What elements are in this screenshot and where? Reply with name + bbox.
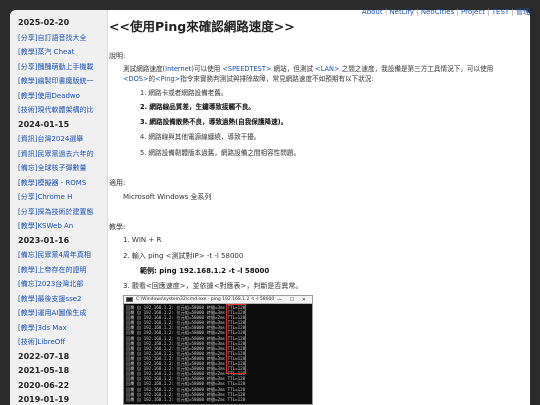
list-number: 5.	[140, 149, 147, 157]
sidebar-date-heading: 2025-02-20	[18, 18, 70, 27]
speedtest-link[interactable]: <SPEEDTEST>	[222, 65, 271, 73]
nav-neocities-link[interactable]: NeoCities	[421, 8, 454, 16]
sidebar-post-link[interactable]: [教學]最後支援sse2	[18, 292, 107, 307]
cause-list-item: 1. 網路卡或者網路設備老舊。	[140, 87, 228, 97]
list-number: 4.	[140, 133, 147, 141]
applies-label: 適用:	[109, 179, 126, 187]
sidebar-post-link[interactable]: [備忘]民眾黨4周年真相	[18, 248, 107, 263]
sidebar-date-heading: 2023-01-16	[18, 235, 70, 245]
example-command: ping 192.168.1.2 -t -l 58000	[159, 267, 270, 275]
ping-link[interactable]: <Ping>	[155, 75, 180, 83]
sidebar-post-link[interactable]: [教學]上帝存在的證明	[18, 263, 107, 278]
nav-about-link[interactable]: About	[362, 8, 383, 16]
nav-separator: |	[454, 8, 461, 16]
top-nav: About | NetLify | NeoCities | Project | …	[362, 7, 530, 17]
sidebar-post-link[interactable]: [備忘]2023台灣北部	[18, 277, 107, 292]
example-line: 範例: ping 192.168.1.2 -t -l 58000	[140, 266, 269, 276]
nav-separator: |	[509, 8, 516, 16]
cmd-title-bar: C:\Windows\system32\cmd.exe - ping 192.1…	[124, 296, 312, 304]
sidebar-post-link[interactable]: [資訊]台灣2024選舉	[18, 132, 107, 147]
description-text: 測試網路速度(Internet)可以使用 <SPEEDTEST> 網站，但測試 …	[123, 65, 515, 84]
sidebar-post-link[interactable]: [技術]LibreOff	[18, 335, 107, 350]
nav-separator: |	[414, 8, 421, 16]
list-text: 網路設備散熱不良，導致過熱(自我保護降速)。	[149, 118, 288, 126]
cause-list-item: 4. 網路線與其他電源線纏繞，導致干擾。	[140, 131, 261, 141]
dos-link[interactable]: <DOS>	[123, 75, 149, 83]
sidebar-post-link[interactable]: [教學]KSWeb An	[18, 219, 107, 234]
sidebar-post-link[interactable]: [技術]現代軟體架構的比	[18, 103, 107, 118]
nav-admin-link[interactable]: 管理	[516, 8, 530, 16]
sidebar-date-heading: 2022-07-18	[18, 351, 70, 361]
list-text: 網路線品質差，生鏽導致接觸不良。	[149, 103, 255, 111]
list-text: 網路設備韌體版本過舊，網路設備之間相容性問題。	[148, 149, 301, 157]
list-number: 1.	[140, 89, 147, 97]
cause-list-item: 3. 網路設備散熱不良，導致過熱(自我保護降速)。	[140, 116, 287, 126]
desc-text: 指令來實務判測試與排除故障，常見網路速度不如預期有以下狀況:	[180, 74, 374, 83]
cause-list-item: 2. 網路線品質差，生鏽導致接觸不良。	[140, 101, 255, 111]
desc-text: 測試網路速度(	[123, 65, 166, 73]
lan-link[interactable]: <LAN>	[315, 65, 339, 73]
cmd-output-line: 回覆 自 192.168.1.2: 位元組=58000 時間=2ms TTL=1…	[126, 396, 246, 402]
applies-value: Microsoft Windows 全系列	[123, 193, 212, 201]
sidebar-post-link[interactable]: [教學]蒸汽 Cheat	[18, 45, 107, 60]
step-3: 3. 觀看<回應速度>，並依據<對應表>，判斷是否異常。	[123, 282, 303, 290]
sidebar-post-link[interactable]: [資訊]民眾黨過去六年的	[18, 147, 107, 162]
desc-text: )可以使用	[191, 65, 223, 73]
cmd-screenshot: C:\Windows\system32\cmd.exe - ping 192.1…	[123, 295, 313, 405]
desc-text: 網站，但測試	[271, 65, 316, 73]
sidebar-post-link[interactable]: [備忘]全球核子彈數量	[18, 161, 107, 176]
sidebar: 2025-02-20 [分享]自訂語音找大全 [教學]蒸汽 Cheat [分享]醜醜萌…	[10, 10, 108, 405]
sidebar-post-link[interactable]: [分享]Chrome H	[18, 190, 107, 205]
tutorial-label: 教學:	[109, 223, 126, 231]
sidebar-date-heading: 2020-06-22	[18, 380, 70, 390]
window-controls-icon: — ☐ ✕	[277, 297, 309, 303]
list-text: 網路線與其他電源線纏繞，導致干擾。	[148, 133, 261, 141]
article-title: <<使用Ping來確認網路速度>>	[109, 19, 295, 34]
sidebar-post-link[interactable]: [教學]模擬器 - ROMS	[18, 176, 107, 191]
response-time-highlight	[226, 304, 246, 374]
sidebar-date-heading: 2024-01-15	[18, 119, 70, 129]
nav-separator: |	[484, 8, 492, 16]
nav-netlify-link[interactable]: NetLify	[389, 8, 414, 16]
sidebar-post-link[interactable]: [教學]使用Deadwo	[18, 89, 107, 104]
description-label: 說明:	[109, 52, 126, 60]
sidebar-post-link[interactable]: [分享]醜醜萌動上手機載	[18, 60, 107, 75]
cmd-output: 回覆 自 192.168.1.2: 位元組=58000 時間=3ms TTL=1…	[124, 304, 312, 403]
list-number: 3.	[140, 118, 148, 126]
desc-text: 之間之速度，我設備是第三方工具情況下，可以使用	[339, 65, 494, 73]
step-1: 1. WIN + R	[123, 236, 162, 244]
nav-test-link[interactable]: TEST	[492, 8, 509, 16]
list-number: 2.	[140, 103, 148, 111]
cmd-window-title: C:\Windows\system32\cmd.exe - ping 192.1…	[136, 297, 275, 302]
sidebar-date-heading: 2019-01-19	[18, 395, 70, 404]
internet-link[interactable]: Internet	[165, 65, 191, 73]
example-label: 範例:	[140, 267, 157, 275]
nav-project-link[interactable]: Project	[461, 8, 485, 16]
sidebar-date-heading: 2021-05-18	[18, 366, 70, 375]
cause-list-item: 5. 網路設備韌體版本過舊，網路設備之間相容性問題。	[140, 147, 300, 157]
cmd-window-icon	[126, 297, 133, 302]
sidebar-post-link[interactable]: [教學]繪製印書魔版統一	[18, 74, 107, 89]
sidebar-post-link[interactable]: [分享]探為技術於建置態	[18, 205, 107, 220]
list-text: 網路卡或者網路設備老舊。	[148, 89, 228, 97]
sidebar-post-link[interactable]: [教學]運用AI圖像生成	[18, 306, 107, 321]
step-2: 2. 輸入 ping <測試對IP> -t -l 58000	[123, 252, 244, 260]
sidebar-post-link[interactable]: [教學]3ds Max	[18, 321, 107, 336]
sidebar-post-link[interactable]: [分享]自訂語音找大全	[18, 31, 107, 46]
